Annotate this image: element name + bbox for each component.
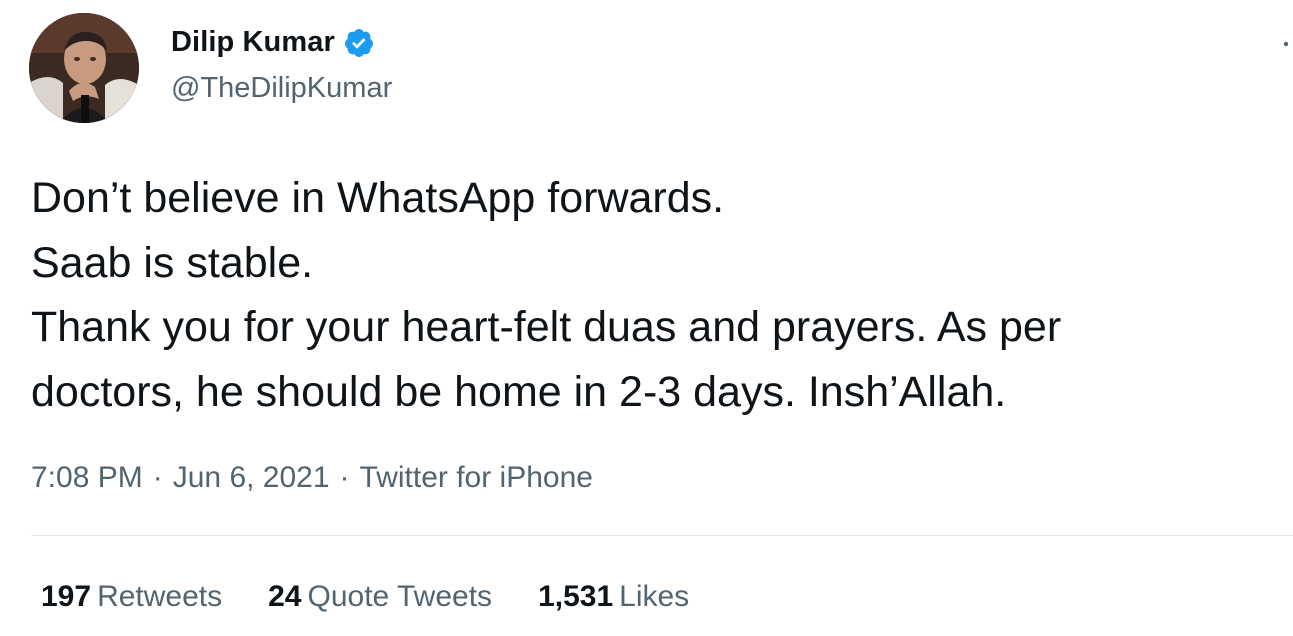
tweet-time[interactable]: 7:08 PM xyxy=(31,461,143,494)
likes-count: 1,531 xyxy=(538,580,614,613)
tweet-date[interactable]: Jun 6, 2021 xyxy=(173,461,330,494)
quote-tweets-label: Quote Tweets xyxy=(307,580,493,613)
tweet-text-line: doctors, he should be home in 2-3 days. … xyxy=(31,367,1007,416)
retweets-label: Retweets xyxy=(97,580,223,613)
likes-stat[interactable]: 1,531 Likes xyxy=(538,580,689,614)
author-name-row: Dilip Kumar xyxy=(171,26,375,59)
tweet-card: Dilip Kumar @TheDilipKumar Don’t believe… xyxy=(0,0,1293,636)
tweet-text: Don’t believe in WhatsApp forwards. Saab… xyxy=(31,166,1293,424)
tweet-text-line: Saab is stable. xyxy=(31,238,314,287)
tweet-source[interactable]: Twitter for iPhone xyxy=(360,461,593,494)
author-avatar[interactable] xyxy=(29,13,139,123)
meta-separator: · xyxy=(339,461,350,494)
quote-tweets-count: 24 xyxy=(268,580,302,613)
divider xyxy=(31,535,1293,536)
retweets-count: 197 xyxy=(41,580,92,613)
profile-photo xyxy=(29,13,139,123)
tweet-metadata: 7:08 PM · Jun 6, 2021 · Twitter for iPhone xyxy=(31,461,593,495)
tweet-text-line: Don’t believe in WhatsApp forwards. xyxy=(31,174,725,222)
likes-label: Likes xyxy=(619,580,690,613)
more-options-icon[interactable] xyxy=(1283,34,1289,47)
quote-tweets-stat[interactable]: 24 Quote Tweets xyxy=(268,580,492,614)
meta-separator: · xyxy=(152,461,163,494)
author-handle[interactable]: @TheDilipKumar xyxy=(171,72,392,105)
author-display-name[interactable]: Dilip Kumar xyxy=(171,26,335,59)
retweets-stat[interactable]: 197 Retweets xyxy=(41,580,222,614)
verified-badge-icon xyxy=(343,27,375,59)
tweet-stats: 197 Retweets 24 Quote Tweets 1,531 Likes xyxy=(41,580,735,614)
tweet-text-line: Thank you for your heart-felt duas and p… xyxy=(31,303,1062,351)
